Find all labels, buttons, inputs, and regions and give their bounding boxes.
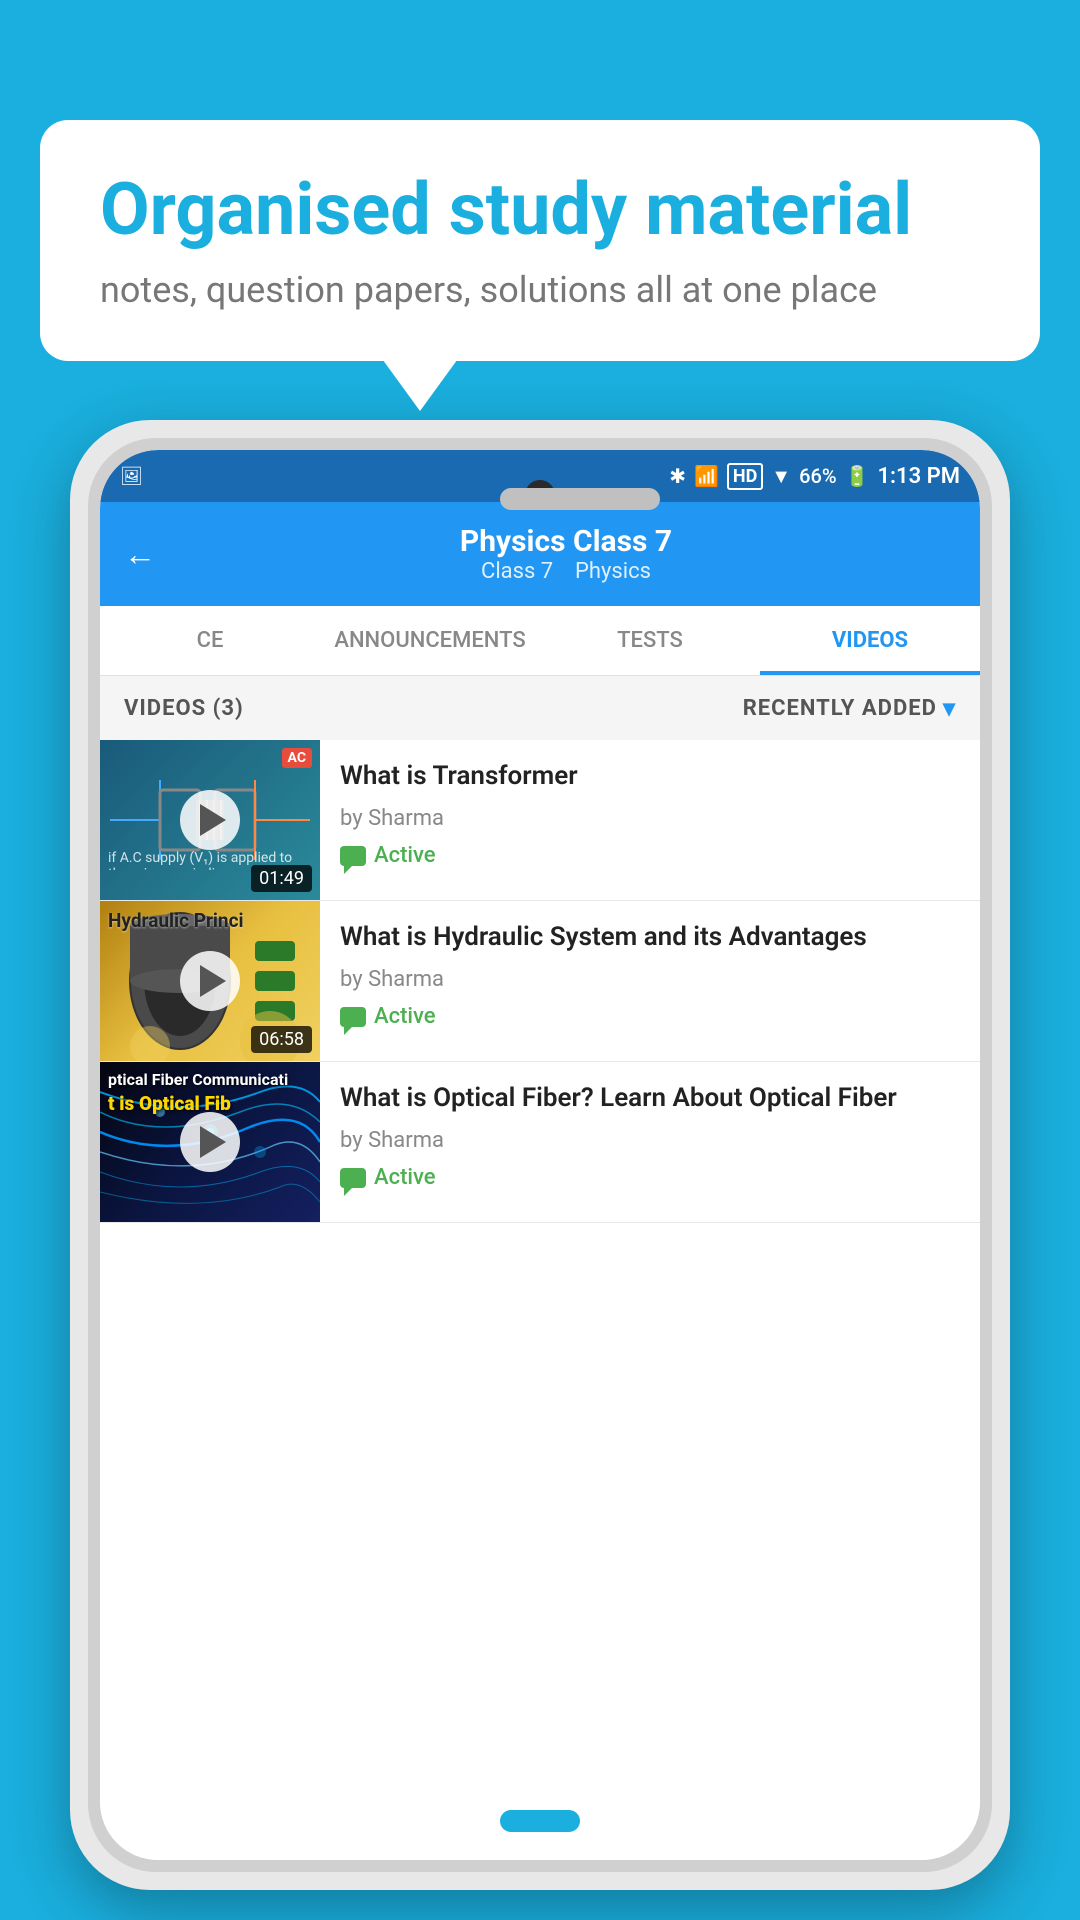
tabs-bar: CE ANNOUNCEMENTS TESTS VIDEOS: [100, 606, 980, 676]
sort-dropdown[interactable]: RECENTLY ADDED ▾: [743, 694, 956, 722]
bubble-subtitle: notes, question papers, solutions all at…: [100, 269, 980, 311]
play-triangle-2: [200, 965, 226, 997]
wifi-icon: ▼: [771, 464, 791, 489]
phone-screen: 🖼 ✱ 📶 HD ▼ 66% 🔋 1:13 PM: [100, 450, 980, 1860]
status-text-2: Active: [374, 1004, 436, 1029]
battery-percent: 66%: [799, 464, 836, 488]
back-button[interactable]: ←: [124, 535, 156, 573]
chat-icon-2: [340, 1007, 366, 1027]
video-status-2: Active: [340, 1004, 960, 1029]
header-title: Physics Class 7: [176, 524, 956, 559]
video-author-2: by Sharma: [340, 967, 960, 992]
video-title-1: What is Transformer: [340, 758, 960, 794]
play-triangle-3: [200, 1126, 226, 1158]
video-duration-2: 06:58: [251, 1026, 312, 1053]
video-list: AC if A.C supply (V₁) is applied to the …: [100, 740, 980, 1860]
video-duration-1: 01:49: [251, 865, 312, 892]
speaker: [500, 488, 660, 510]
phone-wrapper: 🖼 ✱ 📶 HD ▼ 66% 🔋 1:13 PM: [70, 420, 1010, 1890]
videos-bar: VIDEOS (3) RECENTLY ADDED ▾: [100, 676, 980, 740]
chevron-down-icon: ▾: [943, 694, 956, 722]
video-title-3: What is Optical Fiber? Learn About Optic…: [340, 1080, 960, 1116]
hydraulic-thumb-text: Hydraulic Princi: [108, 909, 244, 932]
class-label: Class 7: [481, 559, 553, 584]
tab-tests[interactable]: TESTS: [540, 606, 760, 675]
video-item-2[interactable]: Hydraulic Princi 06:58 What is Hydraulic…: [100, 901, 980, 1062]
tab-ce[interactable]: CE: [100, 606, 320, 675]
bubble-title: Organised study material: [100, 170, 980, 249]
phone-outer: 🖼 ✱ 📶 HD ▼ 66% 🔋 1:13 PM: [70, 420, 1010, 1890]
videos-count: VIDEOS (3): [124, 696, 244, 721]
header-subtitle: Class 7 Physics: [176, 559, 956, 584]
video-thumbnail-1: AC if A.C supply (V₁) is applied to the …: [100, 740, 320, 900]
image-icon: 🖼: [120, 466, 143, 487]
play-triangle-1: [200, 804, 226, 836]
video-status-3: Active: [340, 1165, 960, 1190]
play-button-1[interactable]: [180, 790, 240, 850]
chat-icon-1: [340, 846, 366, 866]
status-time: 1:13 PM: [877, 464, 960, 489]
battery-icon: 🔋: [845, 464, 870, 488]
sort-label-text: RECENTLY ADDED: [743, 696, 937, 721]
video-author-3: by Sharma: [340, 1128, 960, 1153]
status-text-3: Active: [374, 1165, 436, 1190]
subject-label: Physics: [575, 559, 651, 584]
status-left: 🖼: [120, 466, 147, 487]
screen-content: 🖼 ✱ 📶 HD ▼ 66% 🔋 1:13 PM: [100, 450, 980, 1860]
video-thumbnail-2: Hydraulic Princi 06:58: [100, 901, 320, 1061]
home-button[interactable]: [500, 1810, 580, 1832]
video-info-3: What is Optical Fiber? Learn About Optic…: [320, 1062, 980, 1208]
hd-badge: HD: [727, 463, 763, 490]
speech-bubble: Organised study material notes, question…: [40, 120, 1040, 361]
video-title-2: What is Hydraulic System and its Advanta…: [340, 919, 960, 955]
signal-icon: 📶: [694, 464, 719, 488]
chat-icon-3: [340, 1168, 366, 1188]
status-text-1: Active: [374, 843, 436, 868]
phone-inner: 🖼 ✱ 📶 HD ▼ 66% 🔋 1:13 PM: [88, 438, 992, 1872]
video-author-1: by Sharma: [340, 806, 960, 831]
video-item-1[interactable]: AC if A.C supply (V₁) is applied to the …: [100, 740, 980, 901]
header-text: Physics Class 7 Class 7 Physics: [176, 524, 956, 584]
video-info-2: What is Hydraulic System and its Advanta…: [320, 901, 980, 1047]
play-button-2[interactable]: [180, 951, 240, 1011]
status-right: ✱ 📶 HD ▼ 66% 🔋 1:13 PM: [669, 463, 960, 490]
tab-videos[interactable]: VIDEOS: [760, 606, 980, 675]
app-header: ← Physics Class 7 Class 7 Physics: [100, 502, 980, 606]
tab-announcements[interactable]: ANNOUNCEMENTS: [320, 606, 540, 675]
video-item-3[interactable]: ptical Fiber Communicati t is Optical Fi…: [100, 1062, 980, 1223]
play-button-3[interactable]: [180, 1112, 240, 1172]
video-status-1: Active: [340, 843, 960, 868]
video-info-1: What is Transformer by Sharma Active: [320, 740, 980, 886]
video-thumbnail-3: ptical Fiber Communicati t is Optical Fi…: [100, 1062, 320, 1222]
bluetooth-icon: ✱: [669, 464, 686, 488]
